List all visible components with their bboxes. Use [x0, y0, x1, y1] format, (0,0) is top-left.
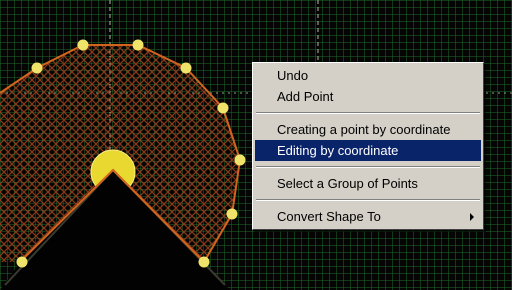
control-point[interactable]: [31, 62, 43, 74]
menu-item-label: Convert Shape To: [277, 209, 381, 224]
menu-item-select-group-of-points[interactable]: Select a Group of Points: [255, 173, 481, 194]
chevron-right-icon: [470, 213, 474, 221]
control-point[interactable]: [180, 62, 192, 74]
menu-item-convert-shape-to[interactable]: Convert Shape To: [255, 206, 481, 227]
control-point[interactable]: [198, 256, 210, 268]
menu-item-label: Select a Group of Points: [277, 176, 418, 191]
menu-item-undo[interactable]: Undo: [255, 65, 481, 86]
menu-separator: [256, 166, 480, 168]
control-point[interactable]: [217, 102, 229, 114]
menu-item-label: Add Point: [277, 89, 334, 104]
menu-item-label: Undo: [277, 68, 309, 83]
control-point[interactable]: [226, 208, 238, 220]
menu-item-add-point[interactable]: Add Point: [255, 86, 481, 107]
menu-item-create-point-by-coordinate[interactable]: Creating a point by coordinate: [255, 119, 481, 140]
control-point[interactable]: [234, 154, 246, 166]
menu-separator: [256, 199, 480, 201]
control-point[interactable]: [16, 256, 28, 268]
control-point[interactable]: [132, 39, 144, 51]
menu-item-edit-by-coordinate[interactable]: Editing by coordinate: [255, 140, 481, 161]
menu-item-label: Creating a point by coordinate: [277, 122, 451, 137]
context-menu: Undo Add Point Creating a point by coord…: [252, 62, 484, 230]
menu-item-label: Editing by coordinate: [277, 143, 399, 158]
menu-separator: [256, 112, 480, 114]
control-point[interactable]: [77, 39, 89, 51]
